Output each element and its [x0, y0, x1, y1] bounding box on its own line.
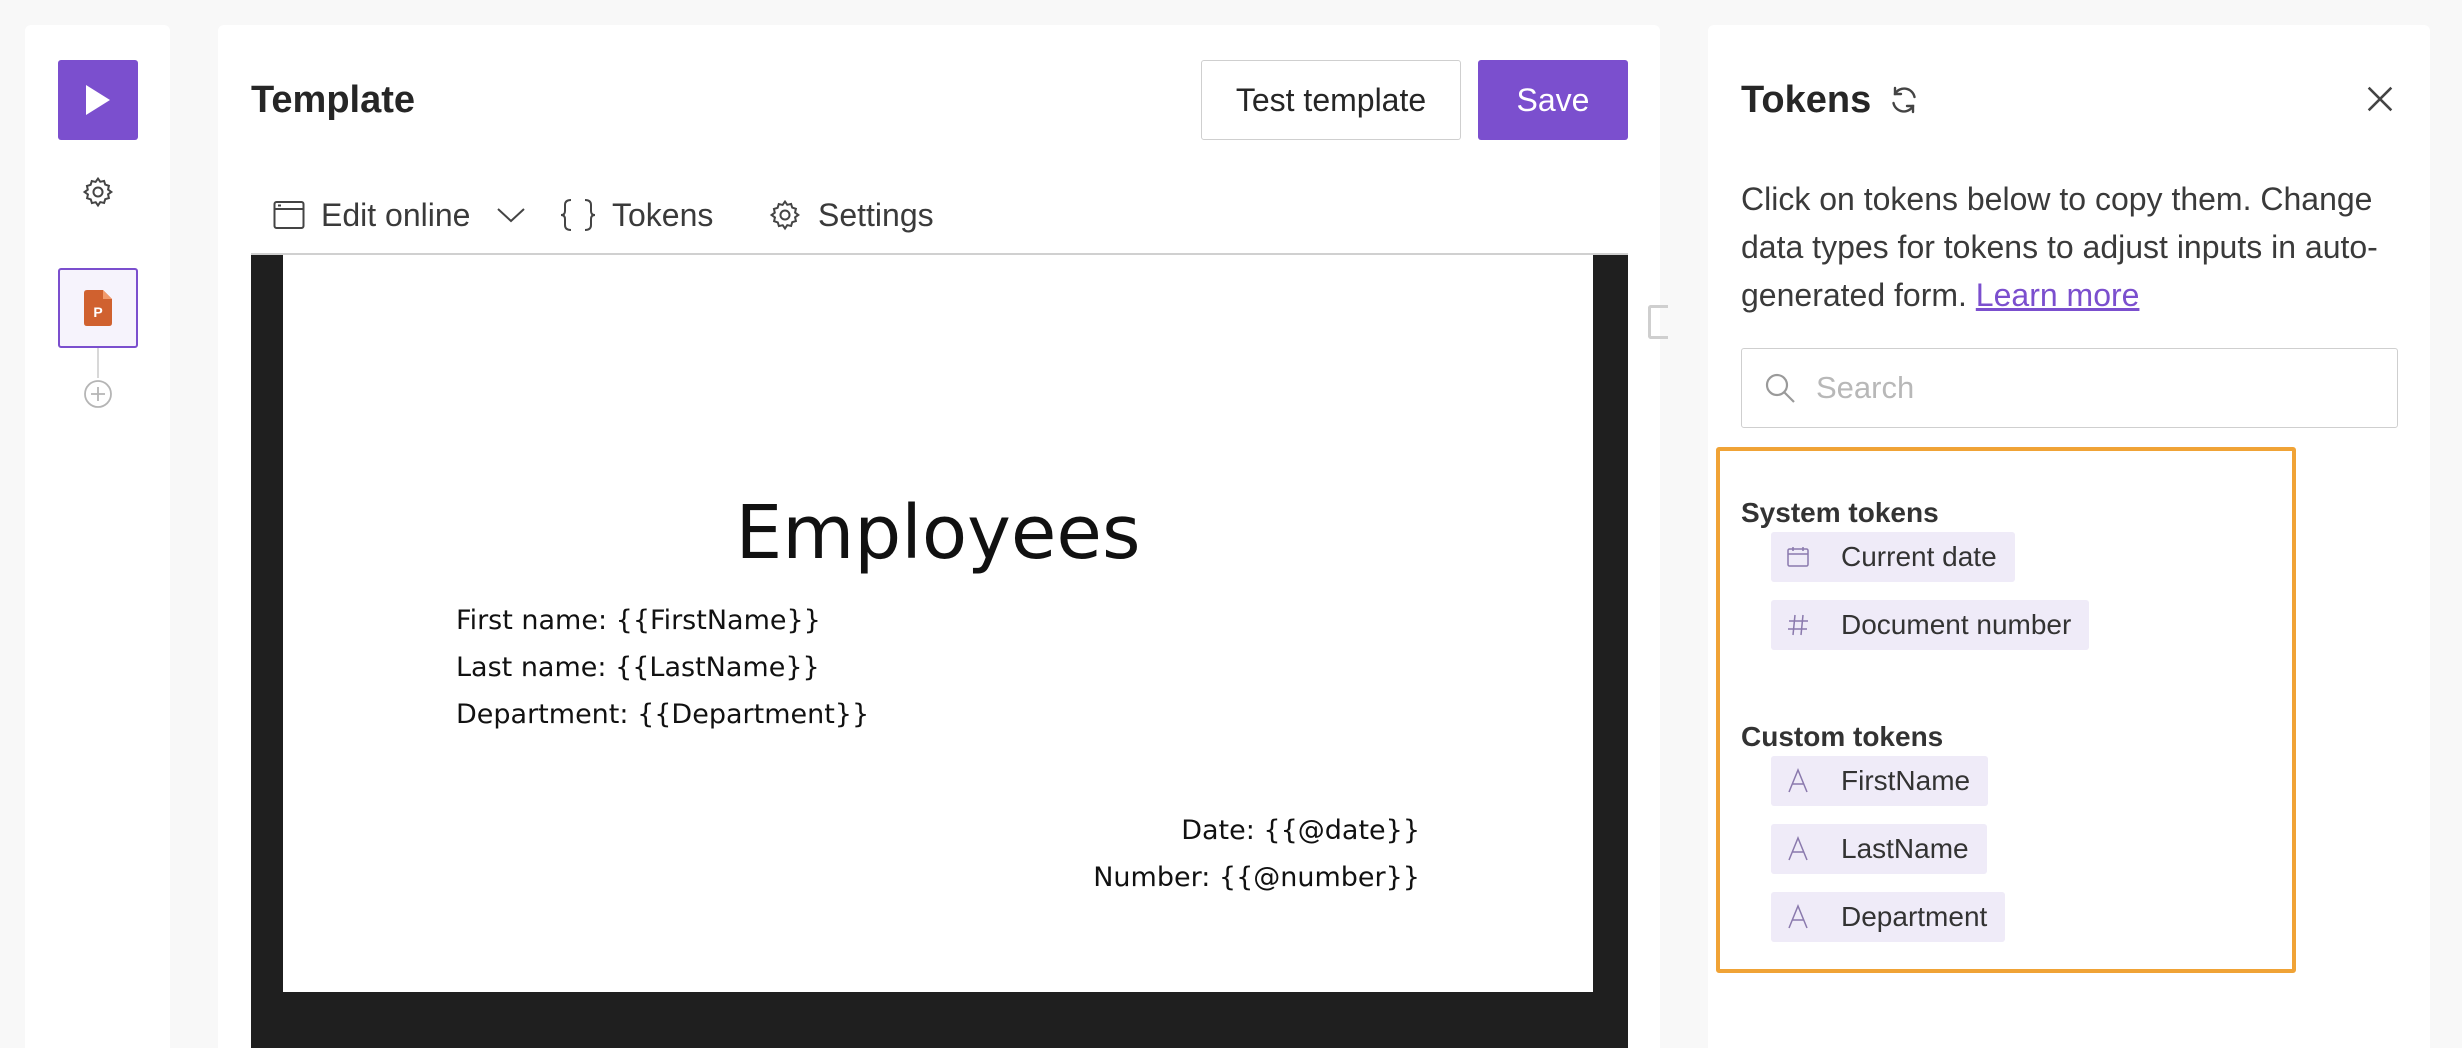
token-search-box[interactable]	[1741, 348, 2398, 428]
slide-number-line: Number: {{@number}}	[1093, 862, 1420, 893]
slide-last-name-line: Last name: {{LastName}}	[456, 652, 820, 683]
edit-online-label: Edit online	[321, 196, 471, 233]
token-chip-firstname[interactable]: FirstName	[1771, 756, 1989, 806]
slide-scroll-marker[interactable]	[1648, 305, 1668, 339]
token-chip-lastname[interactable]: LastName	[1771, 824, 1987, 874]
text-icon	[1771, 892, 1825, 942]
refresh-icon[interactable]	[1886, 82, 1922, 118]
slide-preview[interactable]: Employees First name: {{FirstName}} Last…	[283, 255, 1593, 992]
slide-title: Employees	[735, 490, 1141, 576]
tokens-toolbar-label: Tokens	[612, 196, 714, 233]
tokens-panel-title: Tokens	[1741, 79, 1872, 121]
run-button[interactable]	[58, 60, 138, 140]
page-title: Template	[251, 79, 416, 121]
play-icon	[86, 85, 110, 115]
calendar-icon	[1771, 532, 1825, 582]
save-button[interactable]: Save	[1478, 60, 1628, 140]
learn-more-link[interactable]: Learn more	[1976, 277, 2140, 313]
token-chip-department[interactable]: Department	[1771, 892, 2006, 942]
gear-icon	[769, 199, 801, 231]
settings-toolbar-button[interactable]: Settings	[768, 190, 934, 240]
search-icon	[1765, 373, 1795, 403]
system-tokens-heading: System tokens	[1741, 497, 1939, 528]
braces-icon	[560, 199, 596, 231]
tokens-description: Click on tokens below to copy them. Chan…	[1741, 175, 2381, 319]
tokens-panel: Tokens Click on tokens below to copy the…	[1708, 25, 2430, 1048]
left-rail: P	[25, 25, 170, 1048]
template-panel: Template Test template Save Edit online …	[218, 25, 1668, 1048]
text-icon	[1771, 756, 1825, 806]
search-input[interactable]	[1816, 370, 2376, 406]
plus-circle-icon[interactable]	[82, 378, 114, 410]
close-icon[interactable]	[2363, 82, 2397, 116]
powerpoint-step-tile[interactable]: P	[58, 268, 138, 348]
slide-first-name-line: First name: {{FirstName}}	[456, 605, 821, 636]
custom-tokens-heading: Custom tokens	[1741, 721, 1944, 752]
chevron-down-icon	[497, 208, 526, 223]
svg-text:P: P	[93, 304, 102, 320]
slide-date-line: Date: {{@date}}	[1181, 815, 1420, 846]
text-icon	[1771, 824, 1825, 874]
token-label: Document number	[1841, 609, 2072, 640]
token-chip-document-number[interactable]: Document number	[1771, 600, 2090, 650]
edit-online-dropdown[interactable]: Edit online	[273, 190, 526, 240]
settings-toolbar-label: Settings	[818, 196, 934, 233]
powerpoint-file-icon: P	[84, 290, 112, 326]
slide-editor-canvas[interactable]: Employees First name: {{FirstName}} Last…	[251, 253, 1668, 1048]
step-connector	[97, 348, 99, 378]
token-label: Department	[1841, 901, 1988, 932]
token-label: FirstName	[1841, 765, 1971, 796]
browser-window-icon	[273, 201, 305, 229]
slide-department-line: Department: {{Department}}	[456, 699, 870, 730]
hash-icon	[1771, 600, 1825, 650]
token-label: Current date	[1841, 541, 1997, 572]
token-label: LastName	[1841, 833, 1969, 864]
gear-icon[interactable]	[81, 175, 115, 209]
test-template-button[interactable]: Test template	[1201, 60, 1461, 140]
token-chip-current-date[interactable]: Current date	[1771, 532, 2015, 582]
tokens-toolbar-button[interactable]: Tokens	[560, 190, 713, 240]
